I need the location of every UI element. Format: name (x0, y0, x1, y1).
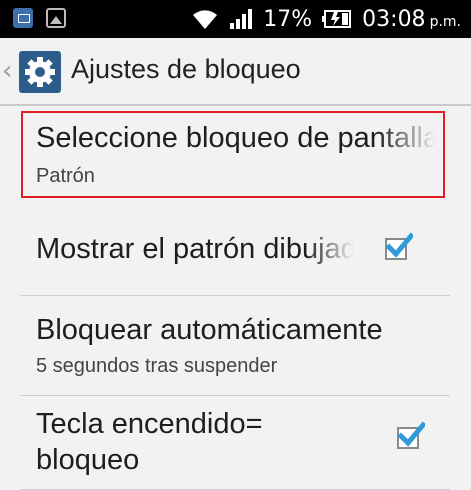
pref-show-pattern-title: Mostrar el patrón dibujado (36, 233, 354, 265)
battery-percent: 17% (263, 6, 313, 32)
pref-power-button-title-line1: Tecla encendido= (36, 408, 263, 440)
status-bar: 17% 03:08 p.m. (0, 0, 471, 38)
show-pattern-checkbox[interactable] (385, 232, 413, 260)
back-chevron-icon[interactable]: ‹ (2, 56, 12, 86)
pref-power-button-lock[interactable]: Tecla encendido= bloqueo (20, 396, 450, 490)
signal-icon (230, 9, 253, 29)
action-bar: ‹ Ajustes de bloqueo (0, 38, 471, 106)
pref-screen-lock-title: Seleccione bloqueo de pantalla (36, 122, 436, 154)
notification-image-icon (46, 8, 66, 28)
checkmark-icon (385, 232, 413, 258)
clock-ampm: p.m. (429, 14, 461, 30)
pref-auto-lock[interactable]: Bloquear automáticamente 5 segundos tras… (20, 296, 450, 396)
pref-auto-lock-title: Bloquear automáticamente (36, 314, 383, 346)
pref-screen-lock[interactable]: Seleccione bloqueo de pantalla Patrón (20, 108, 450, 206)
battery-icon (322, 10, 352, 28)
pref-power-button-title-line2: bloqueo (36, 444, 140, 476)
settings-gear-icon[interactable] (19, 51, 61, 93)
page-title: Ajustes de bloqueo (71, 54, 301, 84)
notification-app-icon (13, 8, 33, 28)
clock-time: 03:08 (362, 6, 426, 32)
wifi-icon (193, 10, 218, 29)
pref-screen-lock-summary: Patrón (36, 165, 95, 187)
checkmark-icon (397, 421, 425, 447)
power-button-lock-checkbox[interactable] (397, 421, 425, 449)
pref-auto-lock-summary: 5 segundos tras suspender (36, 355, 278, 377)
pref-show-pattern[interactable]: Mostrar el patrón dibujado (20, 206, 450, 296)
